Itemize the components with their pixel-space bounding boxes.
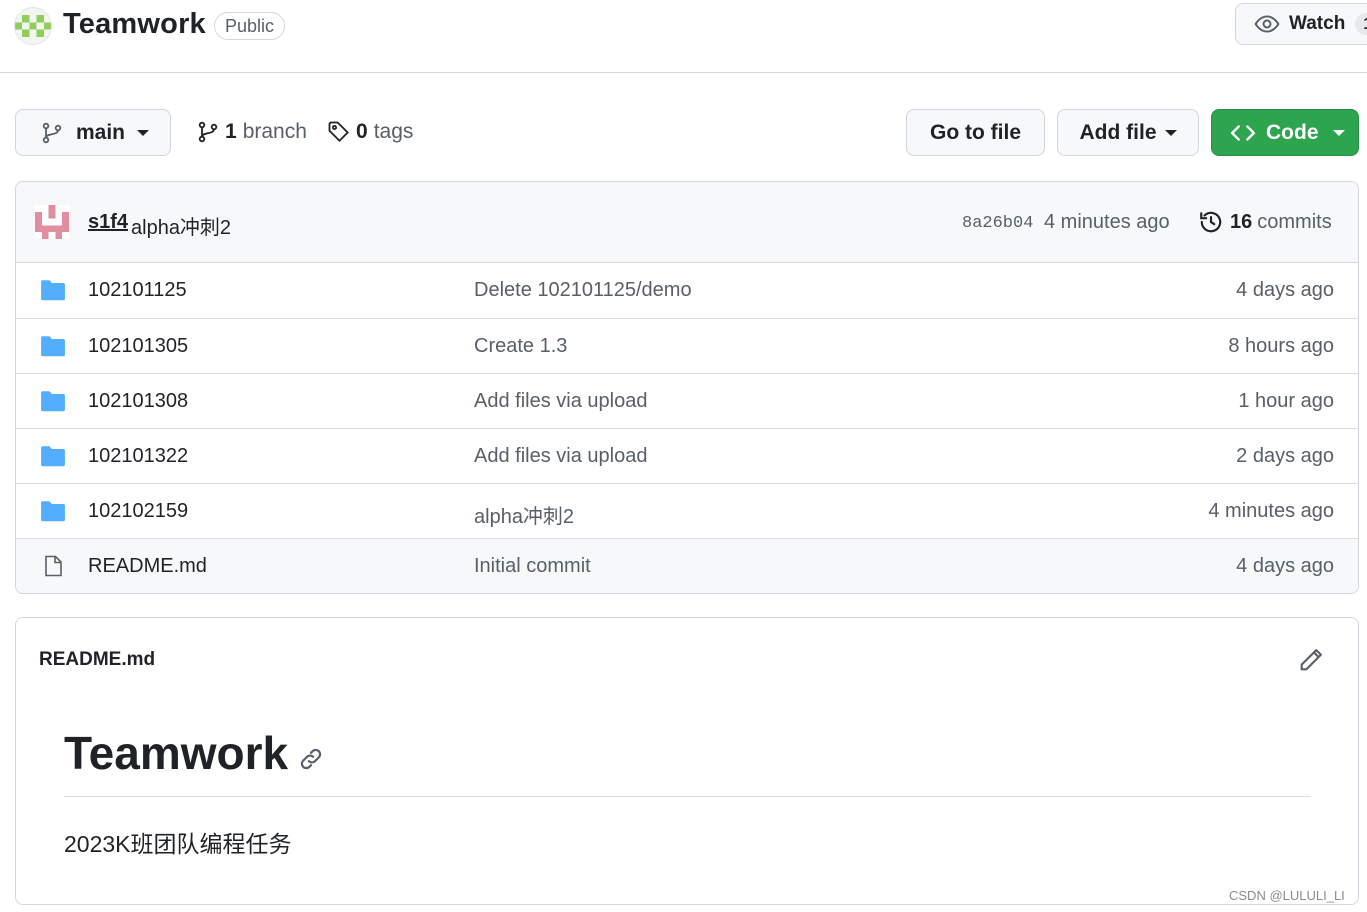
file-commit-age: 1 hour ago (1238, 390, 1334, 412)
file-row[interactable]: 102101308 Add files via upload 1 hour ago (16, 373, 1358, 428)
go-to-file-button[interactable]: Go to file (906, 109, 1045, 156)
file-name-link[interactable]: 102102159 (88, 500, 188, 523)
readme-body-text: 2023K班团队编程任务 (64, 831, 292, 857)
code-button[interactable]: Code (1211, 109, 1359, 156)
file-browser: s1f4 alpha冲刺2 8a26b04 4 minutes ago 16 c… (15, 181, 1359, 594)
file-commit-age: 4 minutes ago (1208, 500, 1334, 522)
branch-name: main (76, 120, 126, 144)
branch-select-button[interactable]: main (15, 109, 171, 156)
tag-count-label: tags (373, 120, 414, 143)
file-commit-message-link[interactable]: Add files via upload (474, 445, 647, 468)
readme-file-title[interactable]: README.md (39, 649, 155, 671)
repo-name-link[interactable]: Teamwork (63, 8, 206, 41)
folder-icon (40, 499, 66, 523)
tags-link[interactable]: 0 tags (327, 120, 413, 144)
file-icon (40, 554, 66, 578)
watch-count: 1 (1355, 13, 1367, 35)
file-name-link[interactable]: 102101125 (88, 279, 187, 302)
git-branch-icon (40, 121, 64, 145)
file-commit-message-link[interactable]: Initial commit (474, 555, 591, 578)
code-icon (1230, 120, 1256, 146)
readme-panel: README.md Teamwork 2023K班团队编程任务 (15, 617, 1359, 905)
file-commit-message-link[interactable]: Delete 102101125/demo (474, 279, 692, 302)
folder-icon (40, 334, 66, 358)
repo-owner-avatar[interactable] (14, 7, 52, 45)
code-label: Code (1266, 120, 1319, 144)
heading-divider (64, 796, 1311, 797)
branch-count-label: branch (242, 120, 307, 143)
eye-icon (1254, 11, 1280, 37)
file-commit-age: 4 days ago (1236, 279, 1334, 301)
file-row[interactable]: 102101125 Delete 102101125/demo 4 days ago (16, 263, 1358, 318)
file-commit-message-link[interactable]: Create 1.3 (474, 335, 567, 358)
go-to-file-label: Go to file (930, 120, 1021, 144)
tag-count: 0 (356, 120, 368, 143)
commit-history-link[interactable]: 16 commits (1198, 209, 1332, 235)
file-row[interactable]: 102102159 alpha冲刺2 4 minutes ago (16, 483, 1358, 538)
chevron-down-icon (137, 129, 150, 136)
branch-count: 1 (225, 120, 237, 143)
file-name-link[interactable]: README.md (88, 555, 207, 578)
file-name-link[interactable]: 102101308 (88, 390, 188, 413)
tag-icon (327, 120, 351, 144)
folder-icon (40, 278, 66, 302)
file-name-link[interactable]: 102101305 (88, 335, 188, 358)
commit-author-link[interactable]: s1f4 (88, 211, 128, 234)
file-name-link[interactable]: 102101322 (88, 445, 188, 468)
folder-icon (40, 389, 66, 413)
edit-pencil-icon[interactable] (1297, 646, 1325, 674)
commit-count-label: commits (1257, 210, 1332, 233)
commit-time: 4 minutes ago (1044, 211, 1170, 233)
add-file-label: Add file (1079, 120, 1157, 144)
visibility-badge: Public (214, 12, 286, 40)
git-branch-icon (196, 120, 220, 144)
file-row[interactable]: 102101305 Create 1.3 8 hours ago (16, 318, 1358, 373)
folder-icon (40, 444, 66, 468)
file-commit-message-link[interactable]: Add files via upload (474, 390, 647, 413)
commit-message-link[interactable]: alpha冲刺2 (131, 211, 231, 240)
commit-count: 16 (1230, 210, 1253, 233)
chevron-down-icon (1164, 129, 1177, 136)
branches-link[interactable]: 1 branch (196, 120, 307, 144)
file-commit-age: 2 days ago (1236, 445, 1334, 467)
latest-commit-bar: s1f4 alpha冲刺2 8a26b04 4 minutes ago 16 c… (16, 182, 1358, 263)
commit-author-avatar[interactable] (35, 205, 69, 239)
chevron-down-icon (1332, 129, 1345, 136)
file-commit-message-link[interactable]: alpha冲刺2 (474, 500, 574, 529)
link-anchor-icon[interactable] (298, 746, 324, 772)
commit-sha-link[interactable]: 8a26b04 (962, 214, 1033, 233)
watch-button[interactable]: Watch 1 (1235, 3, 1367, 45)
watermark-text: CSDN @LULULI_LI (1229, 888, 1345, 903)
readme-heading: Teamwork (64, 727, 289, 779)
file-row[interactable]: README.md Initial commit 4 days ago (16, 538, 1358, 593)
repo-header: Teamwork Public Watch 1 (0, 0, 1367, 73)
add-file-button[interactable]: Add file (1057, 109, 1199, 156)
watch-label: Watch (1289, 13, 1346, 34)
file-commit-age: 8 hours ago (1228, 335, 1334, 357)
file-row[interactable]: 102101322 Add files via upload 2 days ago (16, 428, 1358, 483)
file-commit-age: 4 days ago (1236, 555, 1334, 577)
history-icon (1198, 209, 1224, 235)
